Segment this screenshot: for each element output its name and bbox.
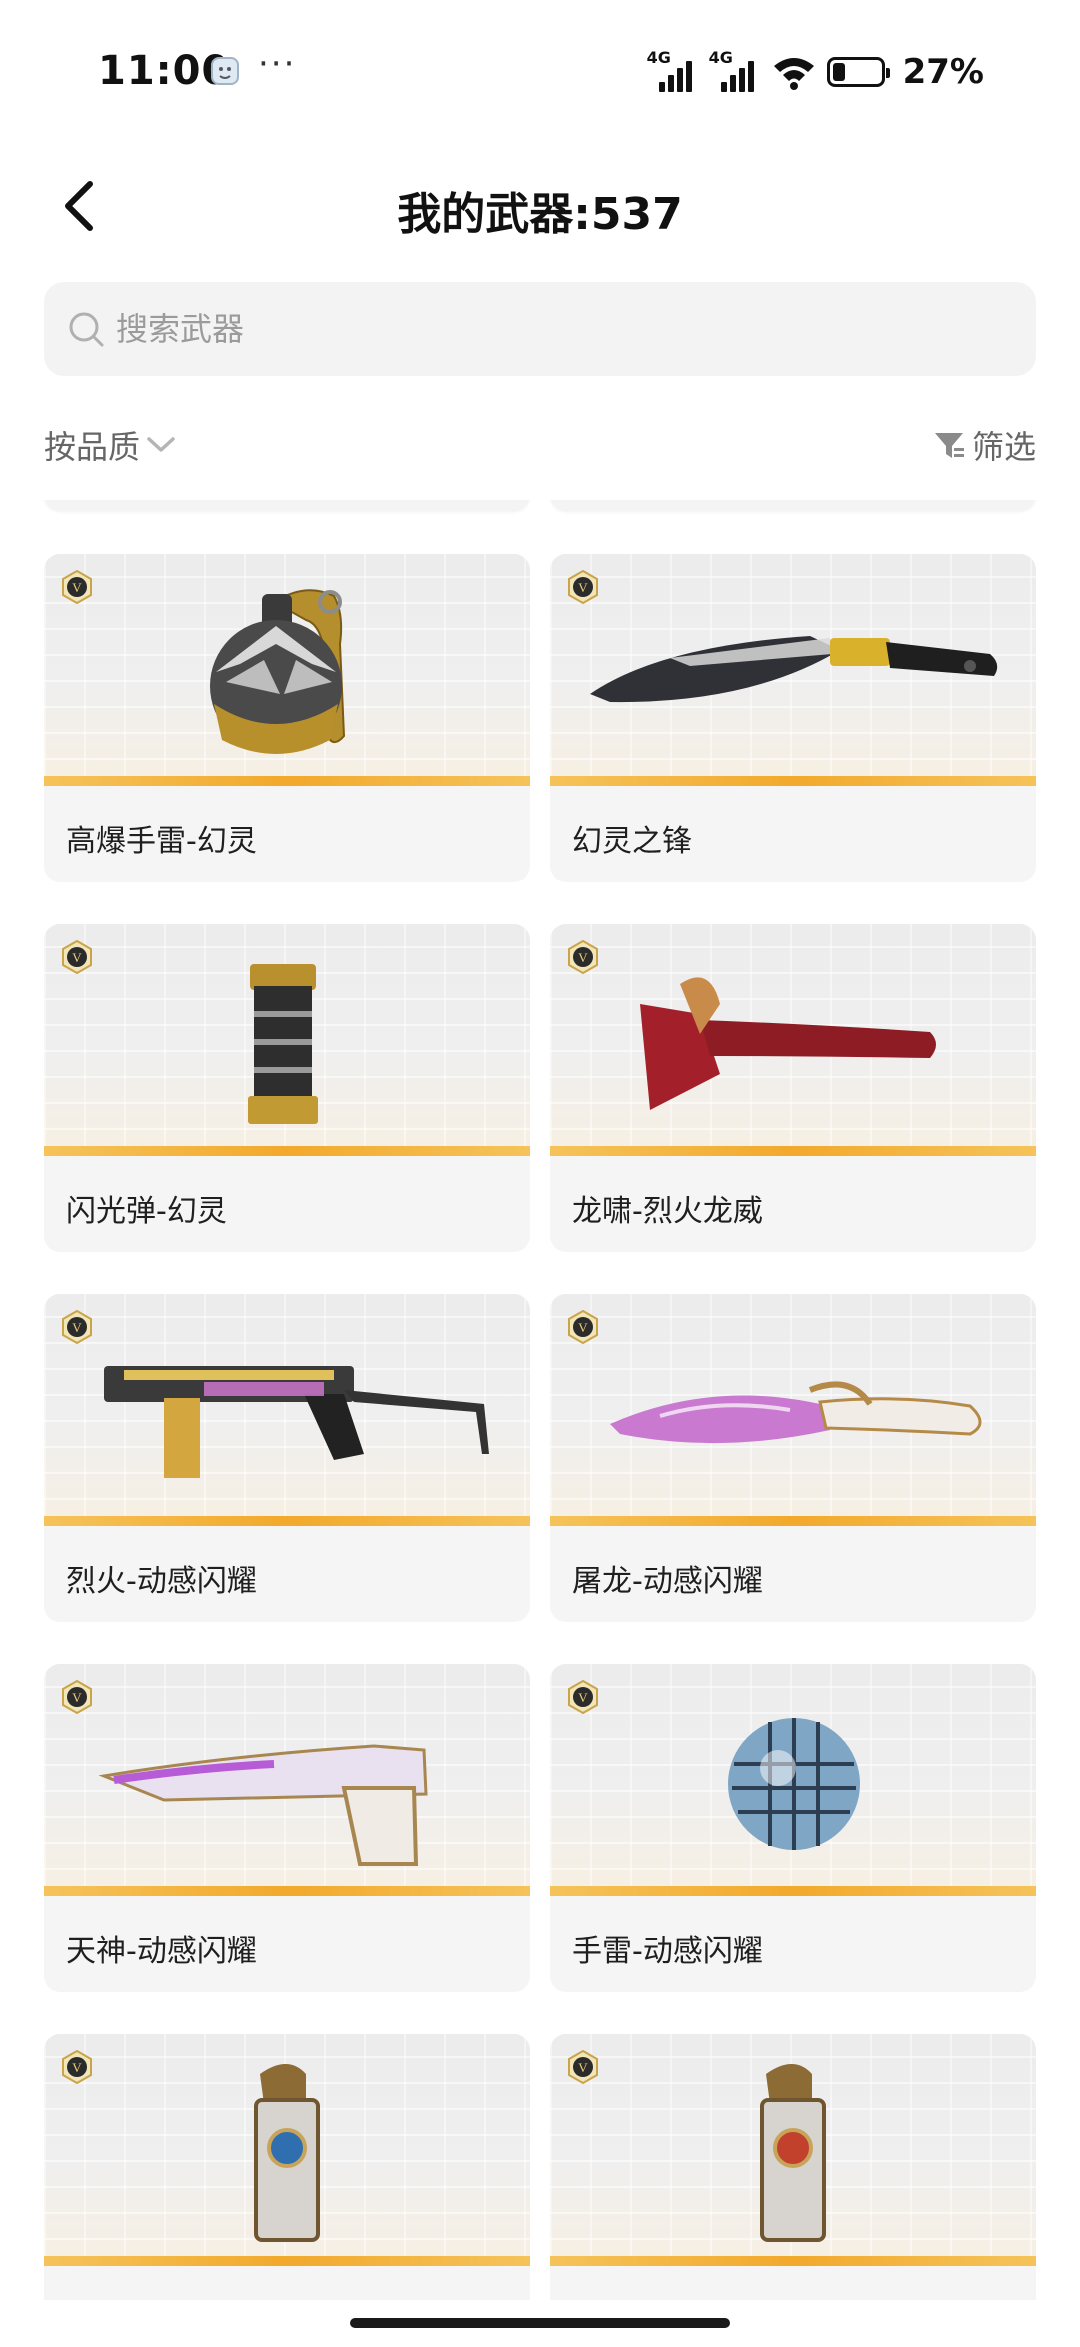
search-bar[interactable] xyxy=(44,282,1036,376)
phantom-blade-icon xyxy=(590,636,998,703)
filter-label: 筛选 xyxy=(971,428,1036,466)
chevron-down-icon xyxy=(147,437,175,452)
dragon-kukri-icon xyxy=(610,1381,982,1444)
phantom-flashbang-icon xyxy=(248,964,318,1124)
dragon-flashbang-icon xyxy=(760,2064,826,2242)
quality-v-badge-icon: V xyxy=(568,2050,598,2084)
weapon-card[interactable]: V 天神-动感闪耀 xyxy=(44,1664,530,1992)
desert-eagle-icon xyxy=(98,1744,428,1866)
filter-button[interactable]: 筛选 xyxy=(932,420,1036,470)
weapon-image-area: V xyxy=(44,1664,530,1896)
notification-app-icon xyxy=(211,57,239,85)
svg-text:V: V xyxy=(72,1320,82,1335)
weapon-image-area: V xyxy=(44,1294,530,1526)
weapon-card[interactable]: V xyxy=(550,2034,1036,2300)
svg-text:V: V xyxy=(72,580,82,595)
weapon-card[interactable]: V 龙啸-烈火龙威 xyxy=(550,924,1036,1252)
weapon-card[interactable]: V 高爆手雷-幻灵 xyxy=(44,554,530,882)
filter-funnel-icon xyxy=(934,433,964,458)
quality-v-badge-icon: V xyxy=(62,570,92,604)
cellular-signal-icon: 4G xyxy=(709,48,761,92)
dragon-axe-icon xyxy=(640,977,936,1110)
phantom-grenade-icon xyxy=(210,589,346,754)
weapon-card[interactable]: V 烈火-动感闪耀 xyxy=(44,1294,530,1622)
weapon-name: 幻灵之锋 xyxy=(572,824,692,859)
weapon-image-area: V xyxy=(550,554,1036,786)
quality-v-badge-icon: V xyxy=(568,570,598,604)
quality-v-badge-icon: V xyxy=(568,1680,598,1714)
weapon-name: 天神-动感闪耀 xyxy=(66,1934,257,1969)
weapon-name: 高爆手雷-幻灵 xyxy=(66,824,257,859)
smg-icon xyxy=(104,1366,489,1478)
search-icon xyxy=(69,312,104,347)
previous-row-card-edge xyxy=(44,500,530,510)
battery-icon xyxy=(826,57,890,87)
weapons-grid[interactable]: V 高爆手雷-幻灵 V 幻灵之锋 V 闪光弹-幻灵 V 龙啸-烈火龙威 V 烈火… xyxy=(0,500,1080,2300)
weapon-name: 烈火-动感闪耀 xyxy=(66,1564,257,1599)
cellular-signal-icon: 4G xyxy=(647,48,699,92)
weapon-image-area: V xyxy=(550,2034,1036,2266)
weapon-image-area: V xyxy=(550,1664,1036,1896)
weapon-image-area: V xyxy=(44,554,530,786)
svg-text:V: V xyxy=(72,2060,82,2075)
weapon-name: 闪光弹-幻灵 xyxy=(66,1194,227,1229)
weapon-card[interactable]: V 手雷-动感闪耀 xyxy=(550,1664,1036,1992)
page-title: 我的武器:537 xyxy=(397,189,683,240)
quality-v-badge-icon: V xyxy=(62,1680,92,1714)
home-indicator[interactable] xyxy=(350,2318,730,2328)
disco-grenade-icon xyxy=(728,1718,860,1850)
quality-v-badge-icon: V xyxy=(62,2050,92,2084)
weapon-card[interactable]: V xyxy=(44,2034,530,2300)
weapon-card[interactable]: V 幻灵之锋 xyxy=(550,554,1036,882)
battery-percent: 27% xyxy=(902,52,984,92)
status-bar: 11:00 ··· 4G 4G 27% xyxy=(0,0,1080,140)
previous-row-card-edge xyxy=(550,500,1036,510)
quality-v-badge-icon: V xyxy=(62,1310,92,1344)
svg-text:V: V xyxy=(578,580,588,595)
weapon-image-area: V xyxy=(44,924,530,1156)
status-indicators: 4G 4G 27% xyxy=(647,48,984,94)
quality-v-badge-icon: V xyxy=(568,940,598,974)
weapon-name: 屠龙-动感闪耀 xyxy=(572,1564,763,1599)
quality-v-badge-icon: V xyxy=(568,1310,598,1344)
svg-text:V: V xyxy=(578,1690,588,1705)
weapons-page: 11:00 ··· 4G 4G 27% 我的武器:537 搜索武器 按品质 筛选… xyxy=(0,0,1080,2347)
weapon-image-area: V xyxy=(44,2034,530,2266)
weapon-image-area: V xyxy=(550,924,1036,1156)
search-input[interactable] xyxy=(116,310,996,348)
svg-text:V: V xyxy=(578,950,588,965)
svg-text:V: V xyxy=(72,1690,82,1705)
dragon-flashbang-icon xyxy=(254,2064,320,2242)
weapon-card[interactable]: V 屠龙-动感闪耀 xyxy=(550,1294,1036,1622)
wifi-icon xyxy=(773,58,814,90)
svg-text:V: V xyxy=(578,1320,588,1335)
weapon-image-area: V xyxy=(550,1294,1036,1526)
weapon-name: 手雷-动感闪耀 xyxy=(572,1934,763,1969)
weapon-card[interactable]: V 闪光弹-幻灵 xyxy=(44,924,530,1252)
more-notifications-icon: ··· xyxy=(258,44,297,84)
sort-by-quality-dropdown[interactable]: 按品质 xyxy=(44,420,176,470)
quality-v-badge-icon: V xyxy=(62,940,92,974)
sort-label: 按品质 xyxy=(44,428,141,466)
weapon-name: 龙啸-烈火龙威 xyxy=(572,1194,763,1229)
svg-text:V: V xyxy=(72,950,82,965)
header: 我的武器:537 xyxy=(0,160,1080,256)
svg-text:V: V xyxy=(578,2060,588,2075)
